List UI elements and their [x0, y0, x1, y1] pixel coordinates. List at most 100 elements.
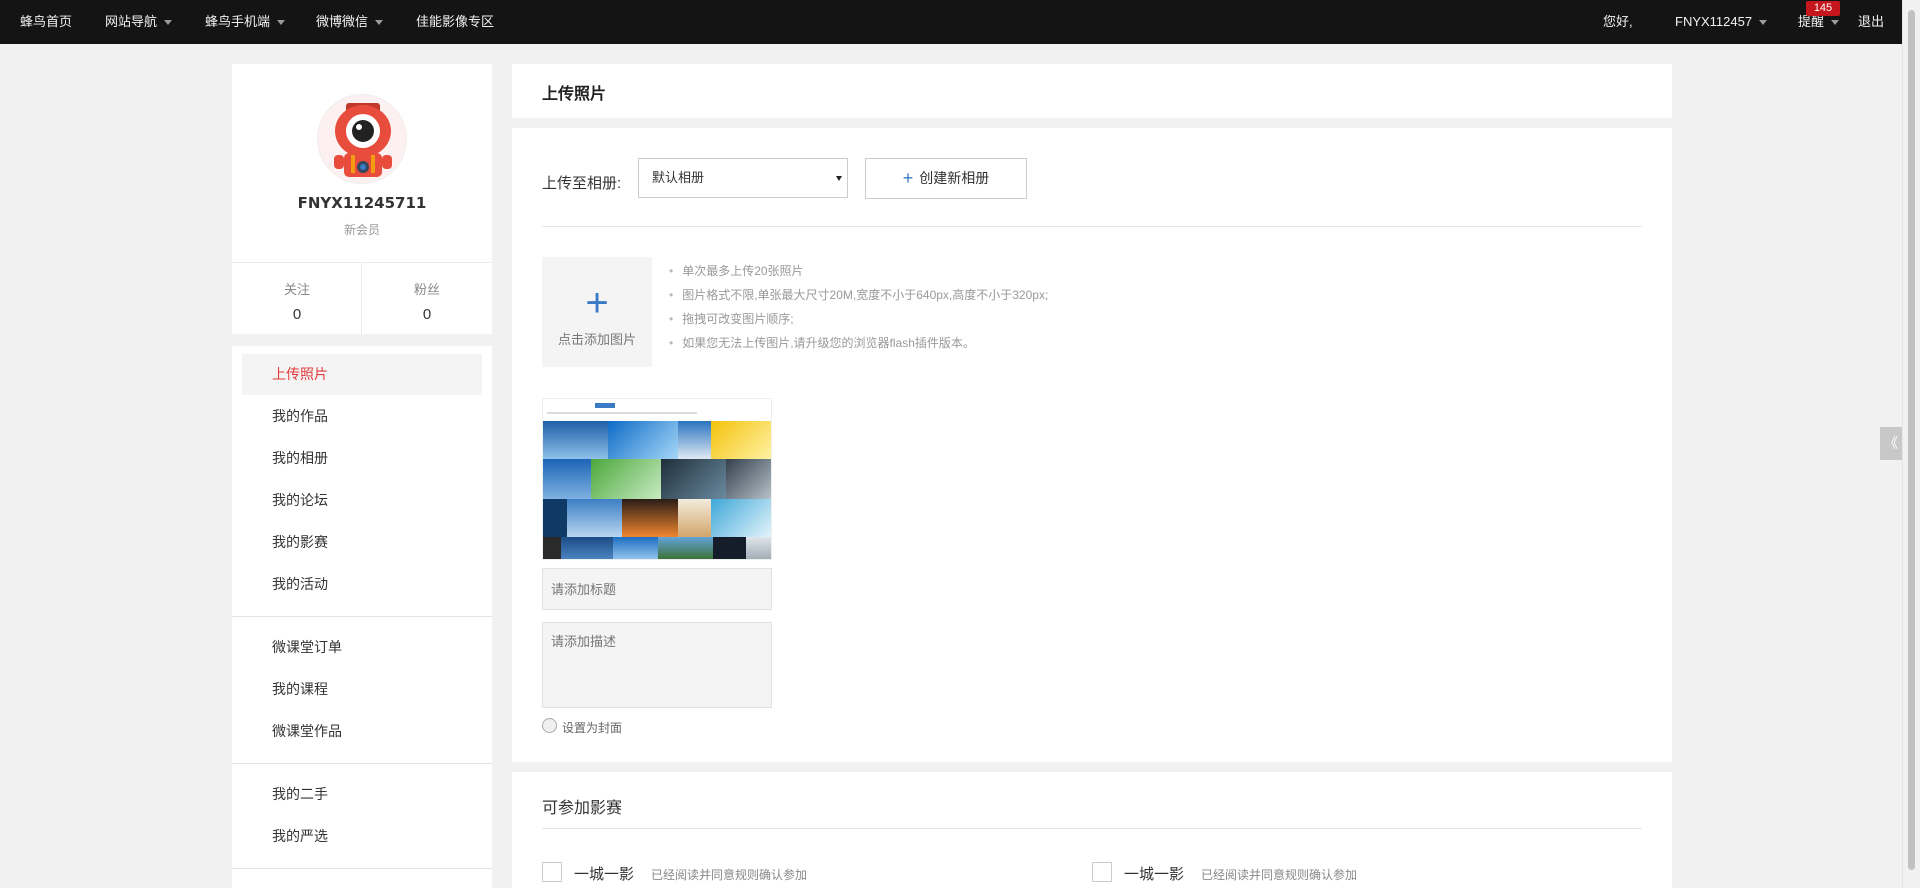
dropdown-arrow-icon	[836, 176, 842, 181]
set-cover-label[interactable]: 设置为封面	[562, 719, 622, 736]
thumbnail-tile	[711, 499, 771, 537]
thumbnail-tile	[711, 421, 771, 459]
add-image-button[interactable]: + 点击添加图片	[542, 257, 652, 367]
sidebar-item-courses[interactable]: 我的课程	[242, 669, 482, 710]
chevron-down-icon	[1831, 20, 1840, 26]
nav-site-nav-label: 网站导航	[105, 14, 158, 29]
sidebar-item-activities[interactable]: 我的活动	[242, 564, 482, 605]
fans-stat[interactable]: 粉丝 0	[362, 279, 492, 323]
thumbnail-tile	[746, 537, 771, 559]
follow-label: 关注	[283, 282, 310, 297]
sidebar-item-works[interactable]: 我的作品	[242, 396, 482, 437]
nav-username: FNYX112457	[1675, 14, 1753, 29]
album-label: 上传至相册:	[542, 175, 622, 192]
follow-count: 0	[292, 306, 302, 323]
chevron-down-icon	[277, 20, 286, 26]
sidebar-item-contests[interactable]: 我的影赛	[242, 522, 482, 563]
thumbnail-header-bar	[595, 403, 615, 408]
thumbnail-tile	[658, 537, 713, 559]
thumbnail-tile	[726, 459, 771, 499]
thumbnail-header	[543, 399, 771, 421]
plus-icon: +	[902, 168, 914, 188]
thumbnail-tile	[561, 537, 613, 559]
plus-icon: +	[585, 281, 609, 325]
set-cover-radio[interactable]	[542, 718, 557, 733]
add-image-label: 点击添加图片	[557, 332, 636, 347]
chevron-down-icon	[1759, 20, 1768, 26]
tip-item: 如果您无法上传图片,请升级您的浏览器flash插件版本。	[669, 331, 1048, 355]
thumbnail-tile	[543, 459, 591, 499]
contest-name: 一城一影	[574, 866, 635, 883]
profile-username[interactable]: FNYX11245711	[232, 194, 492, 212]
sidebar-item-secondhand[interactable]: 我的二手	[242, 774, 482, 815]
nav-mobile-menu[interactable]: 蜂鸟手机端	[205, 0, 286, 44]
collapse-sidebar-icon[interactable]: 《	[1880, 427, 1902, 460]
divider	[232, 868, 492, 869]
contest-checkbox[interactable]	[542, 862, 562, 882]
thumbnail-tile	[608, 421, 678, 459]
tip-item: 拖拽可改变图片顺序;	[669, 307, 1048, 331]
nav-weibo-label: 微博微信	[316, 14, 369, 29]
thumbnail-tile	[713, 537, 746, 559]
divider	[542, 226, 1642, 227]
thumbnail-tile	[543, 499, 567, 537]
avatar[interactable]	[317, 94, 407, 184]
chevron-down-icon	[164, 20, 173, 26]
sidebar-item-forum[interactable]: 我的论坛	[242, 480, 482, 521]
sidebar-menu: 上传照片 我的作品 我的相册 我的论坛 我的影赛 我的活动 微课堂订单 我的课程…	[232, 346, 492, 888]
page-title-card: 上传照片	[512, 64, 1672, 118]
remind-count-badge: 145	[1806, 1, 1840, 16]
upload-panel: 上传至相册: 默认相册 + 创建新相册 + 点击添加图片 单次最多上传20张照片 …	[512, 128, 1672, 762]
upload-tips-list: 单次最多上传20张照片 图片格式不限,单张最大尺寸20M,宽度不小于640px,…	[669, 259, 1048, 355]
divider	[232, 763, 492, 764]
avatar-camera-mascot-icon	[318, 95, 406, 183]
nav-weibo-menu[interactable]: 微博微信	[316, 0, 384, 44]
divider	[232, 262, 492, 263]
top-nav-bar: 蜂鸟首页 网站导航 蜂鸟手机端 微博微信 佳能影像专区 您好, FNYX1124…	[0, 0, 1902, 44]
nav-user-menu[interactable]: FNYX112457	[1675, 0, 1768, 44]
thumbnail-tile	[567, 499, 622, 537]
contest-agreement-note: 已经阅读并同意规则确认参加	[1201, 868, 1358, 882]
scrollbar-thumb[interactable]	[1908, 10, 1915, 870]
fans-count: 0	[422, 306, 432, 323]
page-scrollbar[interactable]	[1902, 0, 1920, 888]
nav-mobile-label: 蜂鸟手机端	[205, 14, 271, 29]
uploaded-image-thumbnail[interactable]	[542, 398, 772, 560]
nav-remind-label: 提醒	[1798, 14, 1825, 29]
sidebar-item-albums[interactable]: 我的相册	[242, 438, 482, 479]
follow-stat[interactable]: 关注 0	[232, 279, 362, 323]
create-album-label: 创建新相册	[919, 170, 990, 186]
create-album-button[interactable]: + 创建新相册	[865, 158, 1027, 199]
sidebar-item-course-works[interactable]: 微课堂作品	[242, 711, 482, 752]
photo-title-input[interactable]	[542, 568, 772, 610]
nav-logout-link[interactable]: 退出	[1858, 0, 1884, 44]
contests-title: 可参加影赛	[542, 800, 623, 817]
contests-panel: 可参加影赛 一城一影 已经阅读并同意规则确认参加 一城一影 已经阅读并同意规则确…	[512, 772, 1672, 888]
divider	[232, 616, 492, 617]
sidebar-item-upload[interactable]: 上传照片	[242, 354, 482, 395]
thumbnail-tile	[591, 459, 661, 499]
thumbnail-tile	[661, 459, 726, 499]
thumbnail-header-line	[547, 412, 697, 414]
page-title: 上传照片	[542, 86, 607, 103]
photo-description-input[interactable]	[542, 622, 772, 708]
thumbnail-tile	[622, 499, 678, 537]
nav-home-link[interactable]: 蜂鸟首页	[20, 0, 72, 44]
thumbnail-tile	[543, 537, 561, 559]
profile-level: 新会员	[343, 223, 380, 237]
profile-card: FNYX11245711 新会员 关注 0 粉丝 0	[232, 64, 492, 334]
tip-item: 图片格式不限,单张最大尺寸20M,宽度不小于640px,高度不小于320px;	[669, 283, 1048, 307]
divider	[542, 828, 1642, 829]
nav-site-nav-menu[interactable]: 网站导航	[105, 0, 173, 44]
album-select[interactable]: 默认相册	[638, 158, 848, 198]
chevron-down-icon	[375, 20, 384, 26]
fans-label: 粉丝	[413, 282, 440, 297]
thumbnail-tile	[613, 537, 658, 559]
sidebar-item-selection[interactable]: 我的严选	[242, 816, 482, 857]
contest-name: 一城一影	[1124, 866, 1185, 883]
thumbnail-tile	[543, 421, 608, 459]
sidebar-item-course-orders[interactable]: 微课堂订单	[242, 627, 482, 668]
contest-checkbox[interactable]	[1092, 862, 1112, 882]
nav-canon-link[interactable]: 佳能影像专区	[416, 0, 494, 44]
contest-agreement-note: 已经阅读并同意规则确认参加	[651, 868, 808, 882]
